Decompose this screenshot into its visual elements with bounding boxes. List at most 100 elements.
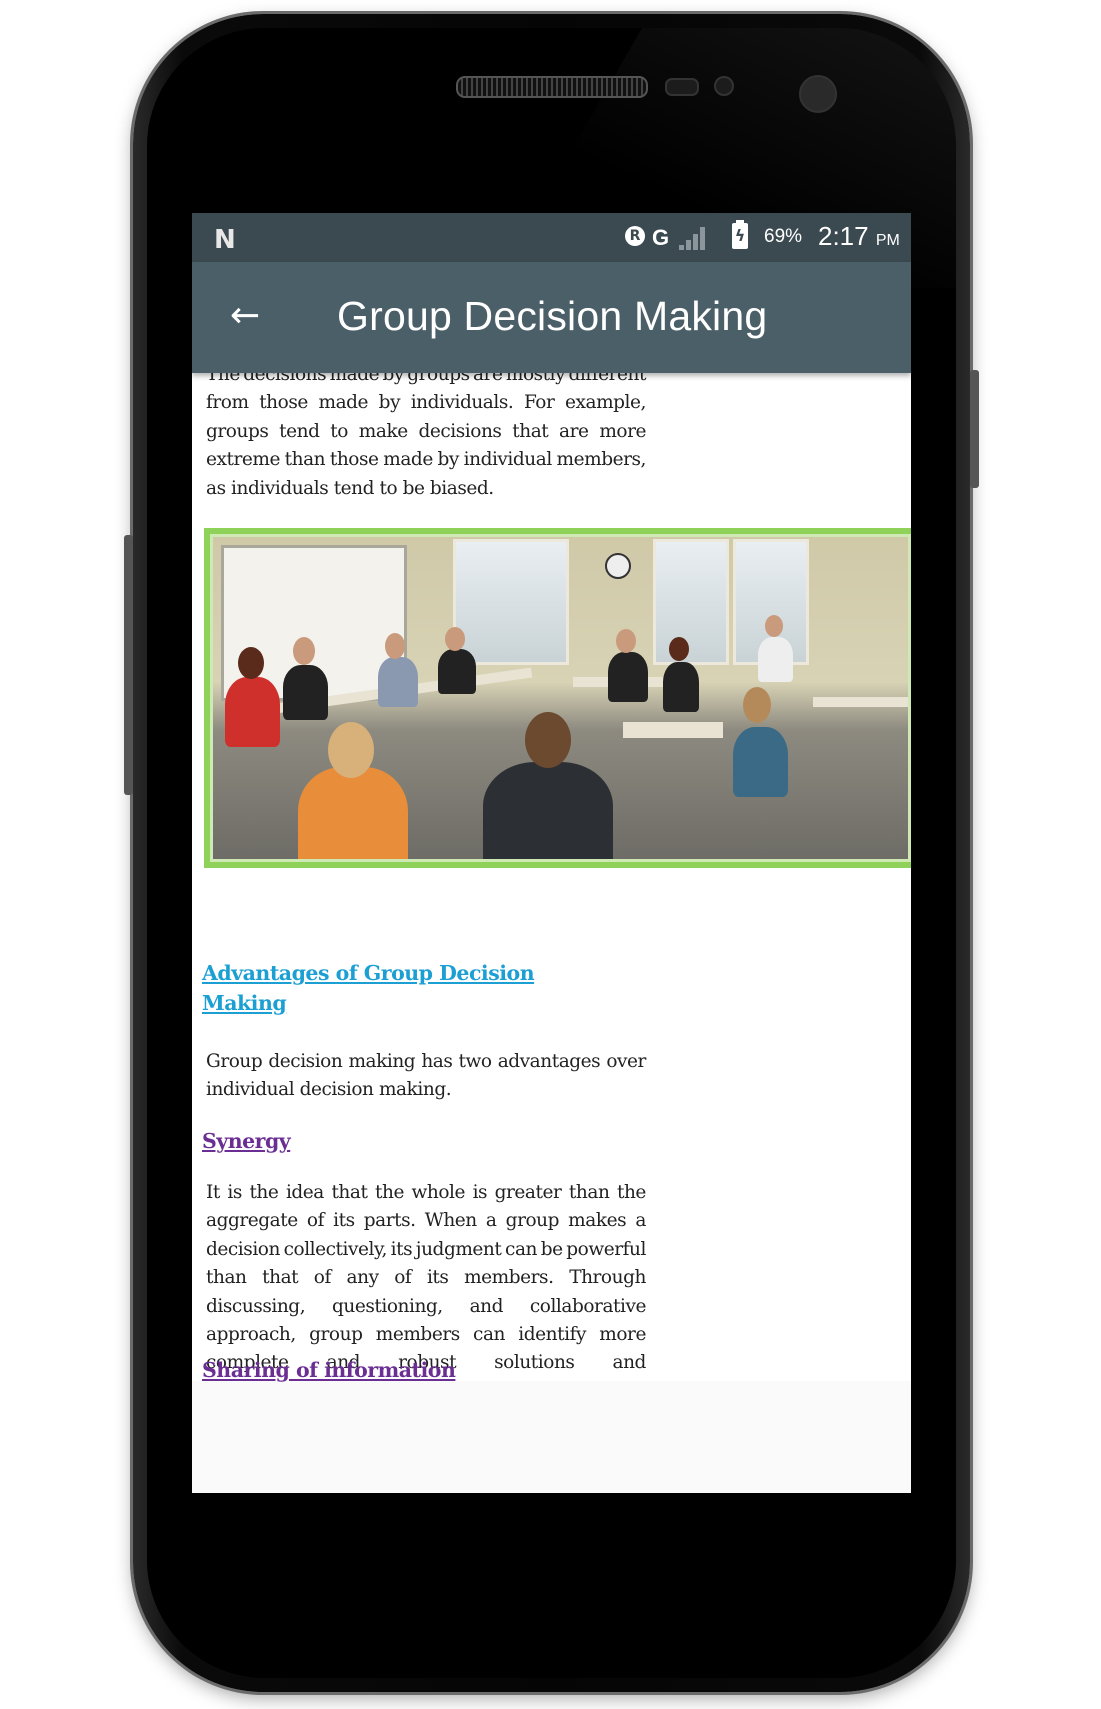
word: the: [616, 1182, 646, 1203]
word: that: [512, 420, 549, 442]
advantages-heading-line: Making: [202, 991, 287, 1015]
text-line: than that of any of its members. Through: [206, 1264, 646, 1292]
arrow-left-icon[interactable]: ←: [230, 298, 260, 334]
word: individuals.: [410, 392, 514, 414]
word: make: [358, 420, 408, 442]
word: aggregate: [206, 1210, 298, 1232]
word: can: [473, 1324, 506, 1346]
text-line: Group decision making has two advantages over: [206, 1048, 646, 1076]
word: that: [262, 1267, 299, 1289]
word: made: [383, 449, 433, 471]
word: the: [249, 1182, 279, 1203]
proximity-sensor: [665, 78, 699, 96]
word: example,: [565, 392, 646, 414]
word: and: [469, 1295, 504, 1317]
word: It: [206, 1182, 220, 1203]
word: decision: [206, 1238, 280, 1260]
word: than: [568, 1182, 610, 1203]
text-line: It is the idea that the whole is greater than the: [206, 1179, 646, 1207]
word: to: [330, 420, 348, 442]
word: For: [523, 392, 555, 414]
page-title: Group Decision Making: [337, 293, 768, 339]
word: of: [394, 1267, 412, 1289]
word: has: [421, 1051, 453, 1072]
text-line: aggregate of its parts. When a group makes a: [206, 1207, 646, 1235]
text-line-content: as individuals tend to be biased.: [206, 477, 494, 499]
word: that: [331, 1182, 368, 1203]
n-logo-icon: N: [214, 225, 236, 255]
word: by: [437, 449, 460, 471]
word: makes: [568, 1210, 627, 1232]
word: collectively,: [283, 1238, 388, 1260]
word: be: [540, 1238, 563, 1260]
text-line: groups tend to make decisions that are more: [206, 418, 646, 446]
word: decision: [268, 1051, 343, 1072]
word: groups: [206, 420, 269, 442]
text-line: individual decision making.: [206, 1076, 646, 1104]
power-button: [970, 370, 979, 488]
word: extreme: [206, 449, 280, 471]
word: Group: [206, 1051, 263, 1072]
word: advantages: [497, 1051, 601, 1072]
word: members,: [556, 449, 647, 471]
word: more: [599, 420, 646, 442]
word: made: [318, 392, 369, 414]
advantages-heading-line: Advantages of Group Decision: [202, 961, 535, 985]
word: its: [426, 1267, 449, 1289]
word: from: [206, 392, 249, 414]
word: its: [333, 1210, 355, 1232]
status-bar: N R G ϟ 69% 2:17 PM: [192, 213, 911, 262]
word: than: [284, 449, 326, 471]
word: approach,: [206, 1324, 296, 1346]
battery-percent: 69%: [764, 226, 803, 247]
word: the: [375, 1182, 404, 1203]
wall-clock: [605, 553, 631, 579]
word: group: [309, 1324, 363, 1346]
word: questioning,: [331, 1295, 443, 1317]
word: Through: [569, 1267, 646, 1289]
word: and: [612, 1352, 647, 1374]
article-content[interactable]: The decisions made by groups are mostly differe…: [192, 364, 911, 1493]
clock: 2:17 PM: [818, 221, 900, 252]
word: more: [599, 1324, 646, 1346]
intro-paragraph: The decisions made by groups are mostly differe…: [206, 361, 646, 503]
word: members.: [464, 1267, 554, 1289]
word: individual: [463, 449, 553, 471]
word: a: [485, 1210, 497, 1232]
text-line: discussing, questioning, and collaborative: [206, 1293, 646, 1321]
word: than: [206, 1267, 247, 1289]
advantages-heading-link[interactable]: Advantages of Group Decision Making: [202, 958, 535, 1018]
word: tend: [279, 420, 320, 442]
advantages-paragraph: Group decision making has two advantages over i…: [206, 1048, 646, 1105]
sharing-heading-link[interactable]: Sharing of information: [202, 1355, 456, 1385]
word: is: [227, 1182, 242, 1203]
word: judgment: [415, 1238, 502, 1260]
word: two: [458, 1051, 493, 1072]
synergy-heading-link[interactable]: Synergy: [202, 1126, 291, 1156]
word: greater: [494, 1182, 562, 1203]
page-bottom-area: [192, 1381, 911, 1493]
clock-time: 2:17: [818, 221, 869, 251]
text-line: decision collectively, its judgment can be pow…: [206, 1236, 646, 1264]
word: collaborative: [529, 1295, 647, 1317]
word: discussing,: [206, 1295, 306, 1317]
text-line: extreme than those made by individual members,: [206, 446, 646, 474]
word: is: [472, 1182, 488, 1203]
word: of: [313, 1267, 332, 1289]
word: making: [348, 1051, 416, 1072]
app-bar: ← Group Decision Making: [192, 262, 911, 373]
word: group: [505, 1210, 560, 1232]
classroom-image: [204, 528, 911, 868]
word: are: [559, 420, 589, 442]
roaming-icon: R: [625, 226, 645, 246]
word: whole: [411, 1182, 466, 1203]
network-type: G: [652, 225, 670, 250]
word: a: [635, 1210, 646, 1232]
word: powerful: [566, 1238, 646, 1260]
word: members: [375, 1324, 460, 1346]
word: parts.: [363, 1210, 416, 1232]
word: over: [606, 1051, 646, 1072]
word: idea: [285, 1182, 324, 1203]
word: identify: [518, 1324, 586, 1346]
word: of: [306, 1210, 325, 1232]
